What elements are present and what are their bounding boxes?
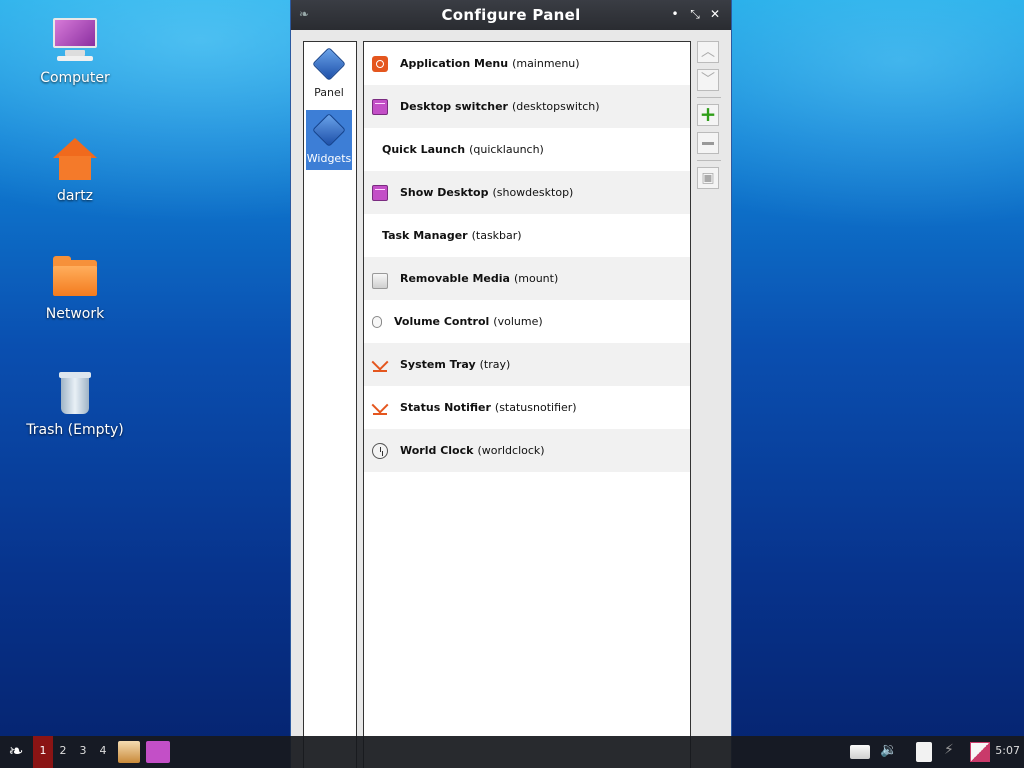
widget-name: Status Notifier bbox=[400, 401, 491, 414]
network-tray-icon[interactable]: ⚡ bbox=[944, 742, 964, 762]
notification-tray-icon[interactable] bbox=[970, 742, 990, 762]
workspace-3[interactable]: 3 bbox=[73, 736, 93, 768]
workspace-4[interactable]: 4 bbox=[93, 736, 113, 768]
widget-row-mainmenu[interactable]: Application Menu (mainmenu) bbox=[364, 42, 690, 85]
panel-config-icon bbox=[312, 47, 346, 81]
widget-id: (showdesktop) bbox=[492, 186, 574, 199]
widget-name: Removable Media bbox=[400, 272, 510, 285]
add-widget-button[interactable]: + bbox=[697, 104, 719, 126]
sidebar-item-widgets[interactable]: Widgets bbox=[306, 110, 352, 170]
desktop-icon-label: Network bbox=[45, 306, 105, 322]
widget-name: Task Manager bbox=[382, 229, 468, 242]
widget-id: (volume) bbox=[493, 315, 543, 328]
system-tray-icon bbox=[372, 357, 388, 373]
widget-name: World Clock bbox=[400, 444, 474, 457]
removable-media-tray-icon[interactable] bbox=[850, 745, 870, 759]
widget-name: Desktop switcher bbox=[400, 100, 508, 113]
close-button[interactable]: ✕ bbox=[707, 6, 723, 22]
window-content: Panel Widgets Application Menu (mainmenu… bbox=[303, 41, 721, 768]
widget-id: (statusnotifier) bbox=[494, 401, 577, 414]
move-up-button[interactable]: ︿ bbox=[697, 41, 719, 63]
volume-tray-icon[interactable]: 🔉 bbox=[880, 742, 900, 762]
window-title: Configure Panel bbox=[441, 6, 581, 24]
widget-id: (mount) bbox=[513, 272, 559, 285]
sidebar-item-label: Panel bbox=[314, 86, 344, 99]
trash-icon bbox=[51, 370, 99, 418]
widget-id: (taskbar) bbox=[471, 229, 522, 242]
remove-widget-button[interactable] bbox=[697, 132, 719, 154]
window-titlebar[interactable]: ❧ Configure Panel • ⤡ ✕ bbox=[291, 0, 731, 30]
widget-id: (mainmenu) bbox=[512, 57, 580, 70]
home-folder-icon bbox=[51, 136, 99, 184]
widget-name: Quick Launch bbox=[382, 143, 466, 156]
widget-row-volume[interactable]: Volume Control (volume) bbox=[364, 300, 690, 343]
widgets-config-icon bbox=[312, 113, 346, 147]
toolbar-divider bbox=[697, 160, 721, 161]
widget-row-taskbar[interactable]: Task Manager (taskbar) bbox=[364, 214, 690, 257]
desktop-icon-network[interactable]: Network bbox=[20, 254, 130, 322]
widget-list[interactable]: Application Menu (mainmenu) Desktop swit… bbox=[363, 41, 691, 768]
sidebar-item-label: Widgets bbox=[306, 152, 352, 165]
widget-row-showdesktop[interactable]: Show Desktop (showdesktop) bbox=[364, 171, 690, 214]
widget-id: (worldclock) bbox=[477, 444, 545, 457]
widget-id: (desktopswitch) bbox=[511, 100, 600, 113]
clipboard-tray-icon[interactable] bbox=[916, 742, 932, 762]
widget-name: Show Desktop bbox=[400, 186, 489, 199]
desktop-icon-label: Trash (Empty) bbox=[26, 422, 124, 438]
desktop-switcher-icon bbox=[372, 98, 388, 115]
status-notifier-icon bbox=[372, 400, 388, 416]
maximize-button[interactable]: ⤡ bbox=[687, 6, 703, 22]
network-folder-icon bbox=[51, 254, 99, 302]
computer-icon bbox=[51, 18, 99, 66]
configure-widget-button[interactable]: ▣ bbox=[697, 167, 719, 189]
widget-id: (tray) bbox=[479, 358, 511, 371]
widget-name: Volume Control bbox=[394, 315, 490, 328]
file-manager-launcher-icon[interactable] bbox=[118, 741, 140, 763]
workspace-2[interactable]: 2 bbox=[53, 736, 73, 768]
volume-icon bbox=[372, 315, 382, 328]
widget-name: Application Menu bbox=[400, 57, 509, 70]
sidebar-item-panel[interactable]: Panel bbox=[306, 44, 352, 104]
desktop-icon-label: dartz bbox=[56, 188, 94, 204]
widget-row-tray[interactable]: System Tray (tray) bbox=[364, 343, 690, 386]
desktop-icon-trash[interactable]: Trash (Empty) bbox=[20, 370, 130, 438]
desktop-icon-label: Computer bbox=[40, 70, 110, 86]
widget-name: System Tray bbox=[400, 358, 476, 371]
toolbar-divider bbox=[697, 97, 721, 98]
world-clock-icon bbox=[372, 442, 388, 459]
show-desktop-launcher-icon[interactable] bbox=[146, 741, 170, 763]
widget-row-statusnotifier[interactable]: Status Notifier (statusnotifier) bbox=[364, 386, 690, 429]
minimize-button[interactable]: • bbox=[667, 6, 683, 22]
show-desktop-icon bbox=[372, 184, 388, 201]
start-menu-icon[interactable]: ❧ bbox=[4, 740, 28, 764]
taskbar-clock[interactable]: 5:07 bbox=[995, 744, 1020, 757]
workspace-1[interactable]: 1 bbox=[33, 736, 53, 768]
widget-row-desktopswitch[interactable]: Desktop switcher (desktopswitch) bbox=[364, 85, 690, 128]
widget-id: (quicklaunch) bbox=[469, 143, 544, 156]
move-down-button[interactable]: ﹀ bbox=[697, 69, 719, 91]
application-menu-icon bbox=[372, 55, 388, 72]
removable-media-icon bbox=[372, 272, 388, 289]
widget-row-mount[interactable]: Removable Media (mount) bbox=[364, 257, 690, 300]
taskbar: ❧ 1 2 3 4 🔉 ⚡ 5:07 bbox=[0, 736, 1024, 768]
configure-panel-window: ❧ Configure Panel • ⤡ ✕ Panel Widgets Ap… bbox=[290, 0, 732, 768]
desktop-icon-home[interactable]: dartz bbox=[20, 136, 130, 204]
config-sidebar: Panel Widgets bbox=[303, 41, 357, 768]
widget-row-quicklaunch[interactable]: Quick Launch (quicklaunch) bbox=[364, 128, 690, 171]
desktop-icon-computer[interactable]: Computer bbox=[20, 18, 130, 86]
widget-row-worldclock[interactable]: World Clock (worldclock) bbox=[364, 429, 690, 472]
widget-toolbar: ︿ ﹀ + ▣ bbox=[697, 41, 723, 195]
